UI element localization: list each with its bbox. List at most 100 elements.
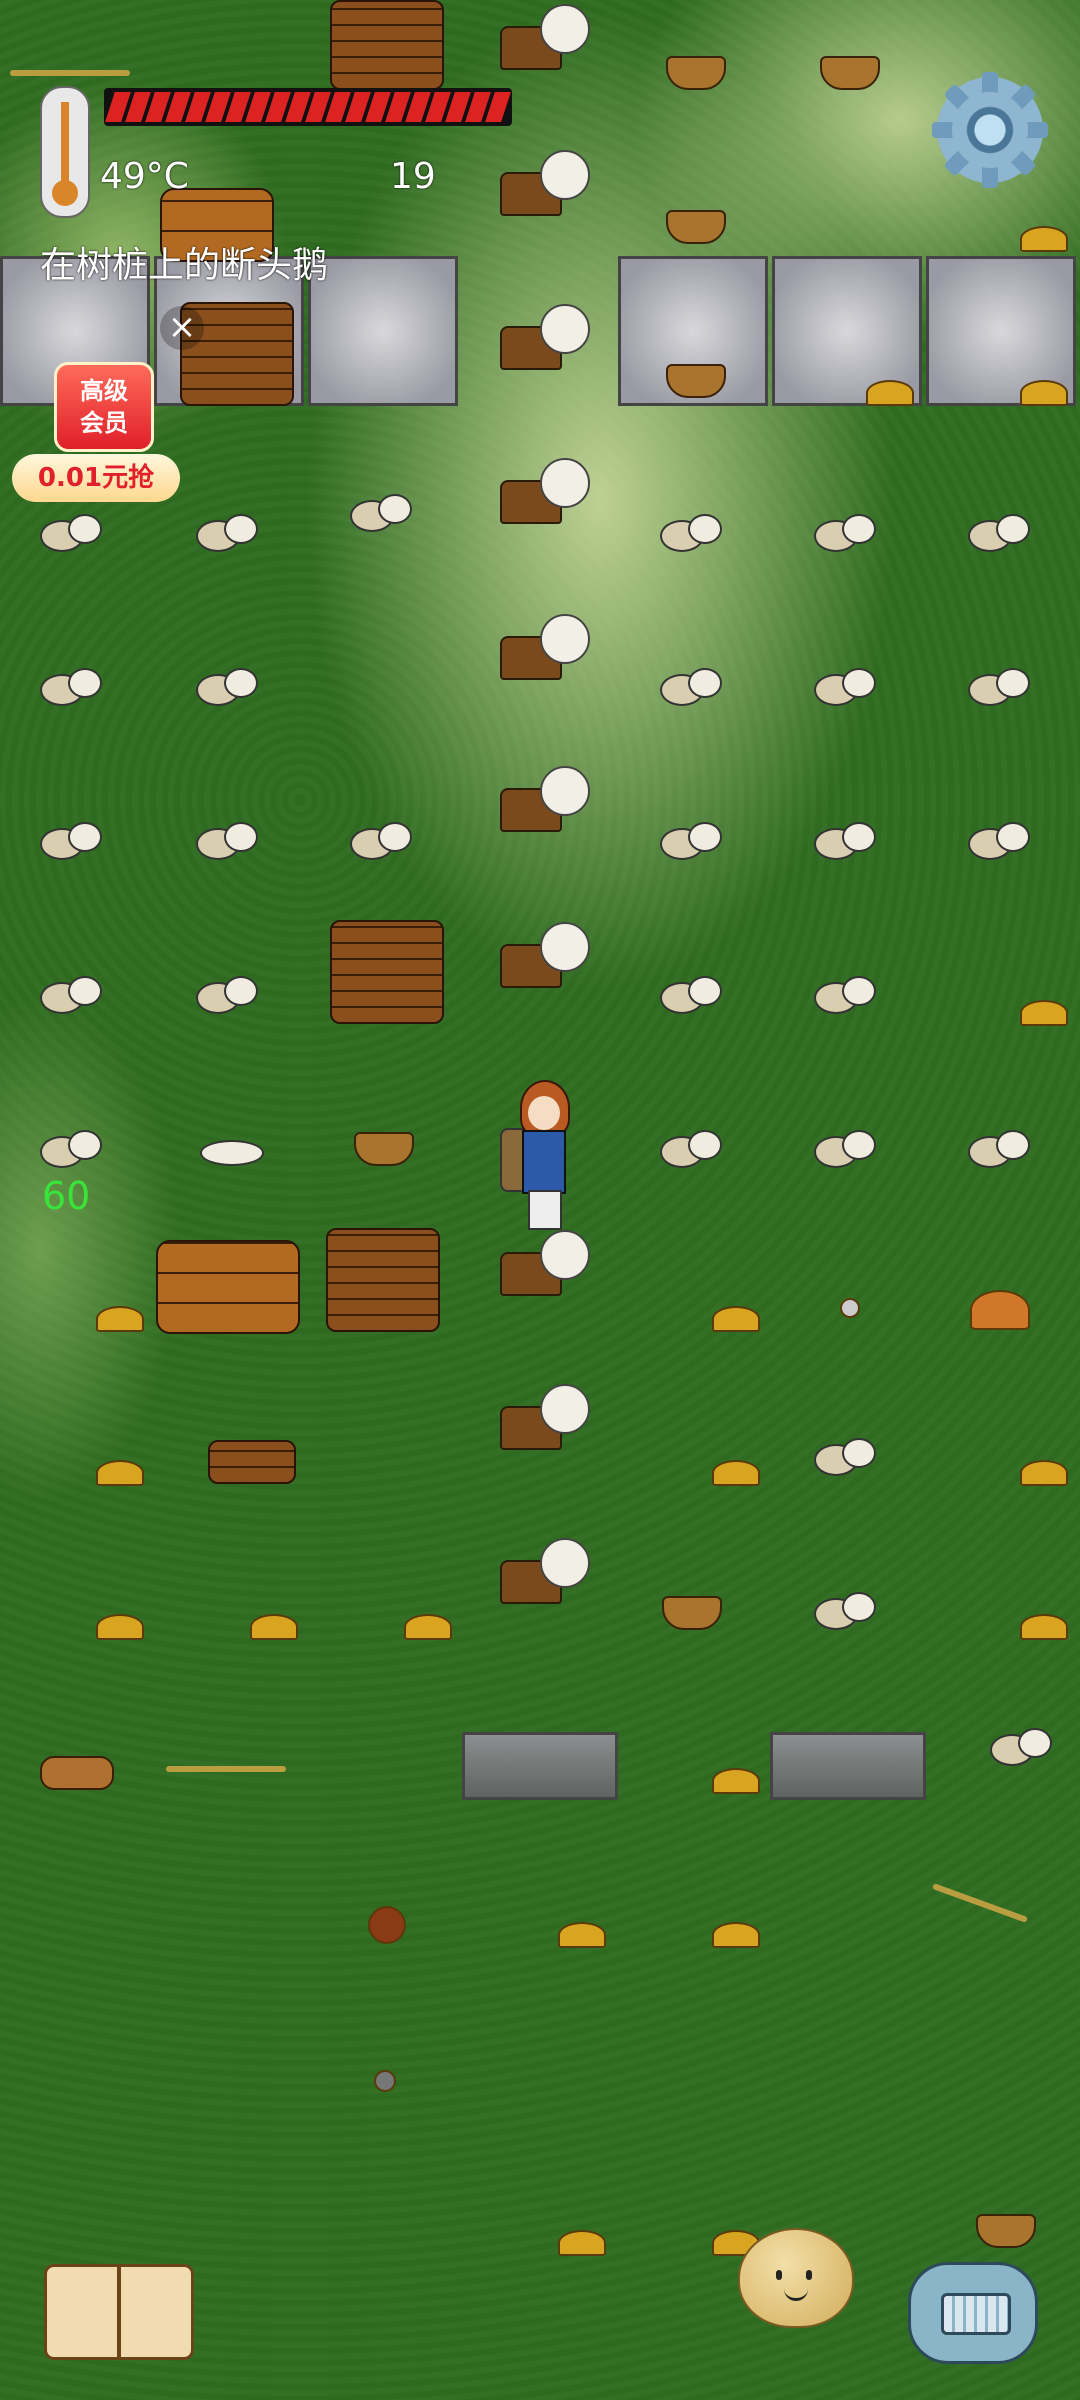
vip-price-button[interactable]: 0.01元抢 bbox=[12, 454, 180, 502]
ore-pile[interactable] bbox=[712, 1768, 760, 1794]
rock[interactable] bbox=[196, 972, 262, 1014]
ore-pile[interactable] bbox=[250, 1614, 298, 1640]
game-world[interactable]: 60 bbox=[0, 0, 1080, 2400]
stump-with-goose[interactable] bbox=[490, 1226, 590, 1296]
stone-wall[interactable] bbox=[770, 1732, 926, 1800]
rock[interactable] bbox=[814, 818, 880, 860]
gear-icon[interactable] bbox=[930, 70, 1050, 190]
stump-with-goose[interactable] bbox=[490, 0, 590, 70]
ore-pile[interactable] bbox=[404, 1614, 452, 1640]
rock[interactable] bbox=[814, 510, 880, 552]
vip-badge: 高级 会员 bbox=[54, 362, 154, 452]
rock[interactable] bbox=[40, 818, 106, 860]
wood-pile[interactable] bbox=[208, 1440, 296, 1484]
rock[interactable] bbox=[814, 1126, 880, 1168]
player-face bbox=[528, 1096, 560, 1130]
player-character[interactable] bbox=[500, 1080, 590, 1230]
rock[interactable] bbox=[814, 972, 880, 1014]
temperature-readout: 49°C bbox=[100, 156, 189, 197]
basket[interactable] bbox=[666, 210, 726, 244]
basket[interactable] bbox=[976, 2214, 1036, 2248]
stone-wall[interactable] bbox=[462, 1732, 618, 1800]
stone-floor-tile[interactable] bbox=[308, 256, 458, 406]
rock[interactable] bbox=[200, 1136, 266, 1176]
potato-face-icon[interactable] bbox=[738, 2228, 854, 2328]
pinecone[interactable] bbox=[368, 1906, 406, 1944]
ore-pile[interactable] bbox=[712, 1460, 760, 1486]
basket[interactable] bbox=[666, 56, 726, 90]
ore-pile[interactable] bbox=[712, 1922, 760, 1948]
rock[interactable] bbox=[40, 1126, 106, 1168]
log[interactable] bbox=[40, 1756, 114, 1790]
rock[interactable] bbox=[350, 490, 416, 532]
rock[interactable] bbox=[968, 1126, 1034, 1168]
ore-pile[interactable] bbox=[712, 1306, 760, 1332]
ore-pile[interactable] bbox=[1020, 226, 1068, 252]
basket[interactable] bbox=[666, 364, 726, 398]
vip-ad-banner[interactable]: 高级 会员 0.01元抢 bbox=[12, 362, 180, 506]
keyboard-icon[interactable] bbox=[908, 2262, 1038, 2364]
ore-pile[interactable] bbox=[558, 2230, 606, 2256]
player-body bbox=[522, 1130, 566, 1194]
rock[interactable] bbox=[660, 510, 726, 552]
stump-with-goose[interactable] bbox=[490, 918, 590, 988]
ore-pile[interactable] bbox=[1020, 380, 1068, 406]
player-legs bbox=[528, 1190, 562, 1230]
rock[interactable] bbox=[350, 818, 416, 860]
stump-with-goose[interactable] bbox=[490, 1380, 590, 1450]
score-counter: 19 bbox=[390, 156, 436, 197]
rock[interactable] bbox=[660, 664, 726, 706]
rock[interactable] bbox=[40, 664, 106, 706]
rock[interactable] bbox=[196, 664, 262, 706]
basket[interactable] bbox=[662, 1596, 722, 1630]
log-stack[interactable] bbox=[156, 1240, 300, 1334]
ore-pile[interactable] bbox=[866, 380, 914, 406]
rock[interactable] bbox=[40, 510, 106, 552]
ore-pile[interactable] bbox=[1020, 1000, 1068, 1026]
health-bar bbox=[104, 88, 512, 126]
rock[interactable] bbox=[660, 972, 726, 1014]
small-stone[interactable] bbox=[374, 2070, 396, 2092]
rock[interactable] bbox=[660, 1126, 726, 1168]
rock[interactable] bbox=[814, 1434, 880, 1476]
ore-pile[interactable] bbox=[96, 1614, 144, 1640]
vip-line-2: 会员 bbox=[80, 409, 128, 437]
clay-lump[interactable] bbox=[970, 1290, 1030, 1330]
thermometer-icon bbox=[40, 86, 90, 218]
damage-number: 60 bbox=[42, 1174, 91, 1218]
wood-pile[interactable] bbox=[330, 920, 444, 1024]
ore-pile[interactable] bbox=[96, 1306, 144, 1332]
basket[interactable] bbox=[354, 1132, 414, 1166]
ore-pile[interactable] bbox=[96, 1460, 144, 1486]
rock[interactable] bbox=[968, 818, 1034, 860]
basket[interactable] bbox=[820, 56, 880, 90]
stump-with-goose[interactable] bbox=[490, 146, 590, 216]
stump-with-goose[interactable] bbox=[490, 454, 590, 524]
rock[interactable] bbox=[196, 510, 262, 552]
branch[interactable] bbox=[10, 70, 130, 76]
hover-object-label: 在树桩上的断头鹅 bbox=[40, 245, 329, 286]
rock[interactable] bbox=[814, 664, 880, 706]
ore-pile[interactable] bbox=[558, 1922, 606, 1948]
small-stone[interactable] bbox=[840, 1298, 860, 1318]
branch[interactable] bbox=[166, 1766, 286, 1772]
branch[interactable] bbox=[931, 1883, 1029, 1923]
rock[interactable] bbox=[968, 510, 1034, 552]
rock[interactable] bbox=[990, 1724, 1056, 1766]
wood-pile[interactable] bbox=[330, 0, 444, 90]
ore-pile[interactable] bbox=[1020, 1460, 1068, 1486]
rock[interactable] bbox=[660, 818, 726, 860]
stump-with-goose[interactable] bbox=[490, 1534, 590, 1604]
rock[interactable] bbox=[968, 664, 1034, 706]
stump-with-goose[interactable] bbox=[490, 300, 590, 370]
book-icon[interactable] bbox=[44, 2264, 194, 2364]
ore-pile[interactable] bbox=[1020, 1614, 1068, 1640]
wood-pile[interactable] bbox=[326, 1228, 440, 1332]
close-ad-button[interactable]: × bbox=[160, 306, 204, 350]
rock[interactable] bbox=[40, 972, 106, 1014]
rock[interactable] bbox=[814, 1588, 880, 1630]
stump-with-goose[interactable] bbox=[490, 762, 590, 832]
stump-with-goose[interactable] bbox=[490, 610, 590, 680]
rock[interactable] bbox=[196, 818, 262, 860]
vip-line-1: 高级 bbox=[80, 377, 128, 405]
